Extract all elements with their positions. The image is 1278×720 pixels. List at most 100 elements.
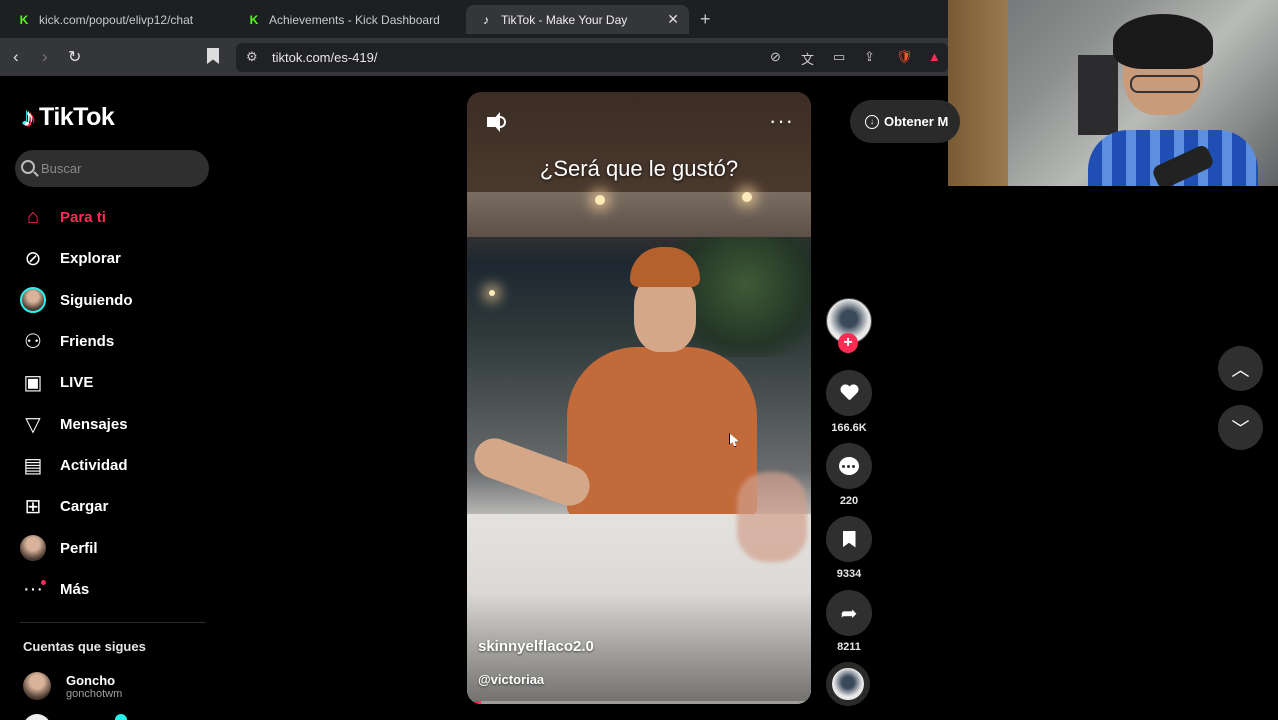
video-caption: ¿Será que le gustó?	[539, 156, 739, 181]
followed-account-partial[interactable]	[23, 712, 223, 720]
upload-icon: ⊞	[24, 496, 42, 519]
cast-icon[interactable]: ▭	[833, 49, 845, 65]
avatar	[23, 714, 51, 720]
volume-icon[interactable]	[487, 112, 509, 132]
sidebar-item-explorar[interactable]: ⊘ Explorar	[20, 238, 133, 279]
share-count: 8211	[837, 641, 861, 653]
save-button[interactable]	[826, 516, 872, 562]
compass-icon: ⊘	[24, 248, 42, 271]
sidebar-menu: ⌂ Para ti ⊘ Explorar Siguiendo ⚇ Friends…	[20, 197, 133, 610]
video-player[interactable]: ··· ¿Será que le gustó? skinnyelflaco2.0…	[467, 92, 811, 704]
chevron-up-icon: ︿	[1231, 359, 1250, 380]
previous-video-button[interactable]: ︿	[1218, 346, 1263, 391]
bookmark-icon[interactable]	[207, 48, 219, 64]
followed-account[interactable]: Goncho gonchotwm	[23, 672, 122, 700]
forward-icon[interactable]: ›	[42, 47, 48, 67]
sidebar-item-label: Para ti	[60, 209, 106, 227]
search-icon[interactable]	[21, 160, 35, 174]
browser-toolbar: ‹ › ↻ ⚙ tiktok.com/es-419/ ⊘ 文 ▭ ⇪ 🛡 ▲	[0, 38, 948, 76]
search-box[interactable]	[15, 150, 209, 187]
get-app-button[interactable]: ↓ Obtener M	[850, 100, 960, 143]
sidebar-item-siguiendo[interactable]: Siguiendo	[20, 280, 133, 321]
get-app-label: Obtener M	[884, 114, 949, 129]
tiktok-logo[interactable]: ♪ TikTok	[22, 102, 115, 133]
following-title: Cuentas que sigues	[23, 639, 146, 654]
search-input[interactable]	[41, 150, 201, 187]
follow-plus-icon[interactable]: +	[838, 333, 858, 353]
comment-count: 220	[839, 495, 859, 507]
video-author[interactable]: skinnyelflaco2.0	[478, 638, 594, 655]
translate-icon[interactable]: 文	[801, 49, 814, 68]
chevron-down-icon: ﹀	[1231, 418, 1250, 439]
sidebar-item-friends[interactable]: ⚇ Friends	[20, 321, 133, 362]
site-settings-icon[interactable]: ⚙	[246, 49, 258, 65]
kick-icon: K	[249, 12, 259, 27]
close-tab-icon[interactable]: ✕	[667, 11, 679, 28]
sidebar-item-label: Actividad	[60, 456, 128, 474]
tab-title: Achievements - Kick Dashboard	[269, 12, 440, 27]
new-tab-button[interactable]: +	[700, 9, 711, 30]
video-progress-bar[interactable]	[467, 701, 811, 704]
next-video-button[interactable]: ﹀	[1218, 405, 1263, 450]
webcam-overlay	[948, 0, 1278, 186]
sidebar-item-label: Más	[60, 580, 90, 598]
share-page-icon[interactable]: ⇪	[864, 49, 875, 65]
comment-button[interactable]	[826, 443, 872, 489]
account-handle: gonchotwm	[66, 687, 123, 700]
tiktok-icon: ♪	[483, 12, 489, 27]
brave-rewards-icon[interactable]: ▲	[928, 49, 941, 64]
address-bar[interactable]: ⚙ tiktok.com/es-419/ ⊘ 文 ▭ ⇪ 🛡 ▲	[236, 43, 948, 72]
tab-title: kick.com/popout/elivp12/chat	[39, 12, 194, 27]
sidebar-item-mas[interactable]: ··· Más	[20, 569, 133, 610]
kick-icon: K	[19, 12, 29, 27]
streamer-image	[1088, 14, 1258, 186]
tab-kick-chat[interactable]: K kick.com/popout/elivp12/chat	[4, 5, 230, 34]
sidebar-item-live[interactable]: ▣ LIVE	[20, 362, 133, 403]
send-icon: ▽	[25, 413, 41, 436]
sidebar-item-label: Perfil	[60, 539, 98, 557]
sidebar-item-label: Siguiendo	[60, 291, 133, 309]
tab-title: TikTok - Make Your Day	[501, 12, 628, 27]
reload-icon[interactable]: ↻	[68, 47, 81, 67]
sidebar-item-actividad[interactable]: ▤ Actividad	[20, 445, 133, 486]
tab-tiktok[interactable]: ♪ TikTok - Make Your Day ✕	[466, 5, 689, 34]
home-icon: ⌂	[26, 206, 40, 229]
save-count: 9334	[836, 568, 862, 580]
avatar-icon	[20, 287, 46, 314]
sidebar-item-label: LIVE	[60, 374, 94, 392]
tiktok-note-icon: ♪	[22, 102, 35, 132]
heart-icon	[840, 385, 858, 401]
more-options-icon[interactable]: ···	[769, 108, 794, 134]
video-progress-fill	[467, 701, 481, 704]
brave-shield-icon[interactable]: 🛡	[896, 49, 913, 65]
browser-tab-bar: K kick.com/popout/elivp12/chat K Achieve…	[0, 0, 948, 38]
tab-kick-dashboard[interactable]: K Achievements - Kick Dashboard	[234, 5, 460, 34]
video-frame	[468, 242, 762, 542]
sidebar-item-label: Explorar	[60, 250, 121, 268]
activity-icon: ▤	[23, 454, 43, 477]
live-badge-icon	[115, 714, 127, 720]
back-icon[interactable]: ‹	[13, 47, 19, 67]
live-icon: ▣	[23, 372, 43, 395]
no-read-aloud-icon[interactable]: ⊘	[770, 49, 781, 65]
avatar	[23, 672, 51, 700]
sidebar-item-perfil[interactable]: Perfil	[20, 527, 133, 568]
sidebar-item-label: Friends	[60, 333, 115, 351]
url-text[interactable]: tiktok.com/es-419/	[272, 50, 378, 65]
sidebar-item-label: Cargar	[60, 498, 109, 516]
sidebar-divider	[20, 622, 206, 623]
app-icon: ↓	[865, 114, 879, 129]
notification-dot	[41, 579, 46, 585]
logo-text: TikTok	[39, 103, 115, 131]
sidebar-item-cargar[interactable]: ⊞ Cargar	[20, 486, 133, 527]
music-disc-icon[interactable]	[826, 662, 870, 706]
video-handle[interactable]: @victoriaa	[478, 672, 544, 687]
sidebar-item-label: Mensajes	[60, 415, 128, 433]
sidebar-item-para-ti[interactable]: ⌂ Para ti	[20, 197, 133, 238]
friends-icon: ⚇	[24, 331, 42, 354]
like-count: 166.6K	[831, 422, 867, 434]
share-button[interactable]: ➦	[826, 590, 872, 636]
account-name: Goncho	[66, 672, 116, 688]
sidebar-item-mensajes[interactable]: ▽ Mensajes	[20, 403, 133, 444]
like-button[interactable]	[826, 370, 872, 416]
